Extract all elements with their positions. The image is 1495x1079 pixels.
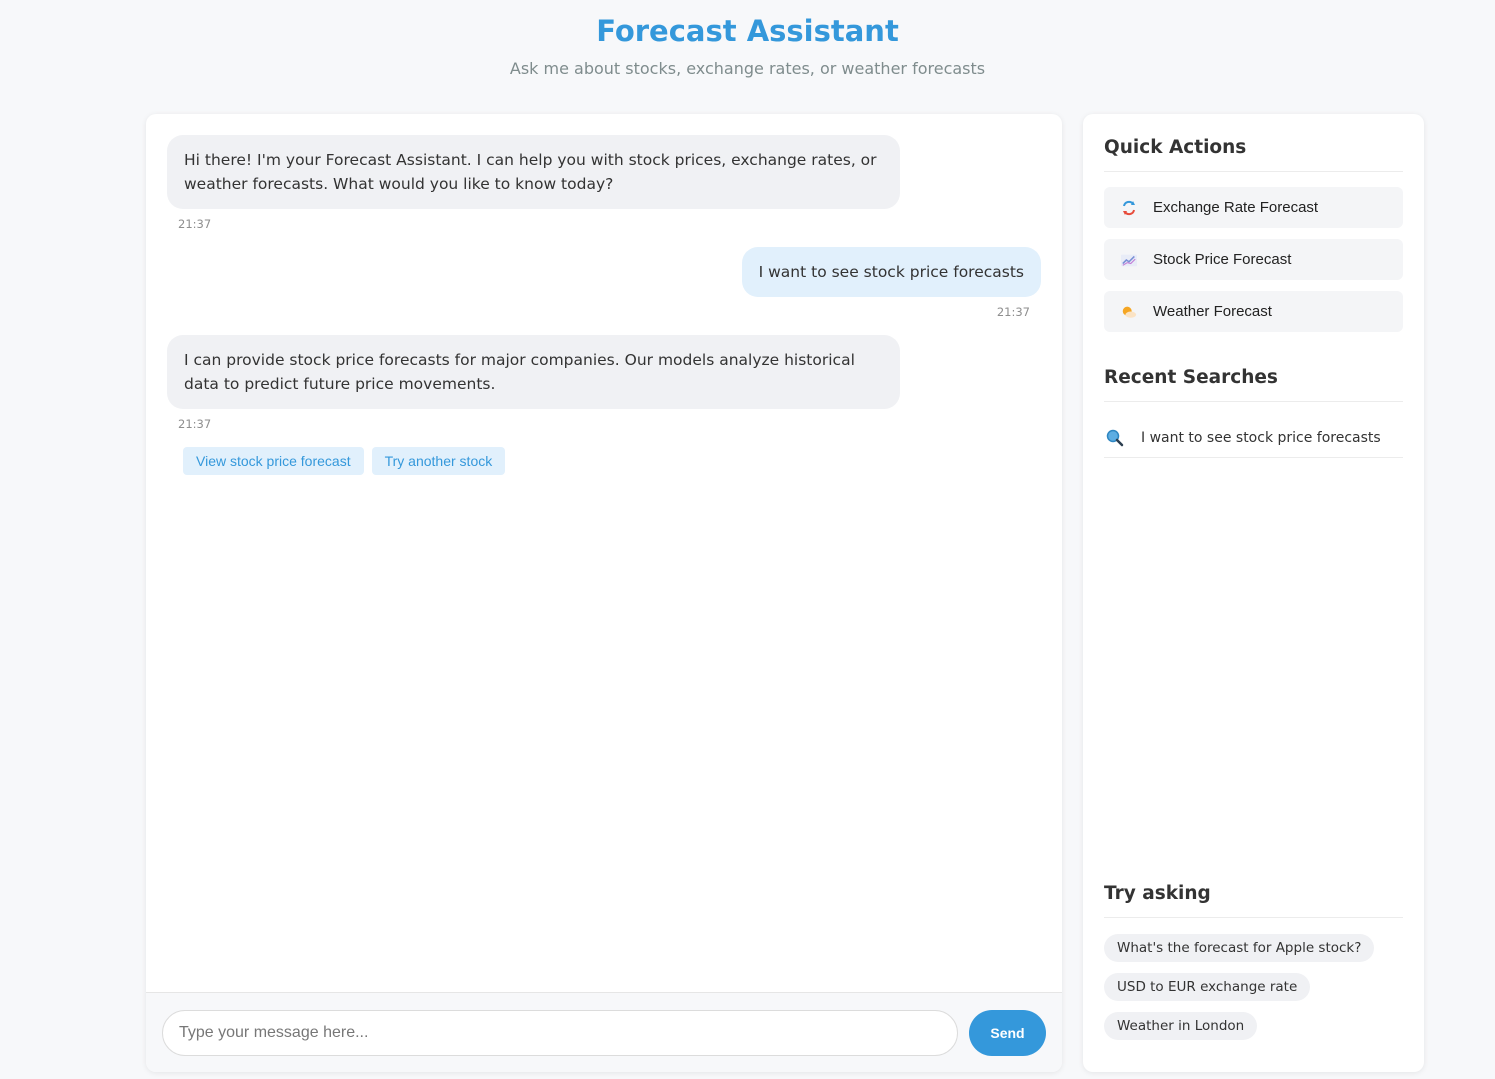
- chart-icon: [1121, 252, 1137, 268]
- message-bubble: I want to see stock price forecasts: [741, 247, 1041, 297]
- bot-message: Hi there! I'm your Forecast Assistant. I…: [167, 135, 1041, 231]
- chat-panel: Hi there! I'm your Forecast Assistant. I…: [146, 114, 1062, 1072]
- bot-message: I can provide stock price forecasts for …: [167, 335, 1041, 431]
- input-bar: Send: [146, 992, 1062, 1072]
- try-asking-chip[interactable]: What's the forecast for Apple stock?: [1104, 934, 1375, 962]
- message-bubble: I can provide stock price forecasts for …: [167, 335, 900, 409]
- message-input[interactable]: [162, 1009, 958, 1056]
- recent-searches-list: I want to see stock price forecasts: [1104, 418, 1403, 458]
- view-stock-forecast-button[interactable]: View stock price forecast: [183, 447, 364, 475]
- header: Forecast Assistant Ask me about stocks, …: [0, 12, 1495, 79]
- quick-action-label: Weather Forecast: [1153, 303, 1272, 320]
- recent-search-item[interactable]: I want to see stock price forecasts: [1104, 418, 1403, 458]
- message-time: 21:37: [996, 305, 1030, 319]
- app-title: Forecast Assistant: [596, 14, 899, 48]
- recent-search-label: I want to see stock price forecasts: [1141, 429, 1381, 446]
- message-time: 21:37: [178, 417, 212, 431]
- quick-action-label: Exchange Rate Forecast: [1153, 199, 1319, 216]
- user-message: I want to see stock price forecasts 21:3…: [167, 247, 1041, 319]
- try-asking-title: Try asking: [1104, 882, 1403, 918]
- quick-action-stock-price[interactable]: Stock Price Forecast: [1104, 239, 1403, 280]
- try-asking-list: What's the forecast for Apple stock? USD…: [1104, 934, 1403, 1040]
- try-asking-chip[interactable]: Weather in London: [1104, 1012, 1258, 1040]
- search-icon: [1106, 429, 1124, 447]
- message-time: 21:37: [178, 217, 212, 231]
- suggestion-chips: View stock price forecast Try another st…: [183, 447, 1041, 475]
- quick-action-weather[interactable]: Weather Forecast: [1104, 291, 1403, 332]
- app-subtitle: Ask me about stocks, exchange rates, or …: [509, 59, 986, 78]
- message-list[interactable]: Hi there! I'm your Forecast Assistant. I…: [146, 114, 1062, 992]
- quick-action-label: Stock Price Forecast: [1153, 251, 1292, 268]
- weather-icon: [1121, 304, 1137, 320]
- recent-searches-title: Recent Searches: [1104, 366, 1403, 402]
- try-another-stock-button[interactable]: Try another stock: [371, 447, 506, 475]
- quick-action-exchange-rate[interactable]: Exchange Rate Forecast: [1104, 187, 1403, 228]
- send-button[interactable]: Send: [969, 1009, 1046, 1056]
- quick-actions-list: Exchange Rate Forecast Stock Price Forec…: [1104, 187, 1403, 343]
- quick-actions-title: Quick Actions: [1104, 136, 1403, 172]
- try-asking-chip[interactable]: USD to EUR exchange rate: [1104, 973, 1311, 1001]
- sidebar: Quick Actions Exchange Rate Forecast Sto…: [1083, 114, 1424, 1072]
- exchange-icon: [1121, 200, 1137, 216]
- message-bubble: Hi there! I'm your Forecast Assistant. I…: [167, 135, 900, 209]
